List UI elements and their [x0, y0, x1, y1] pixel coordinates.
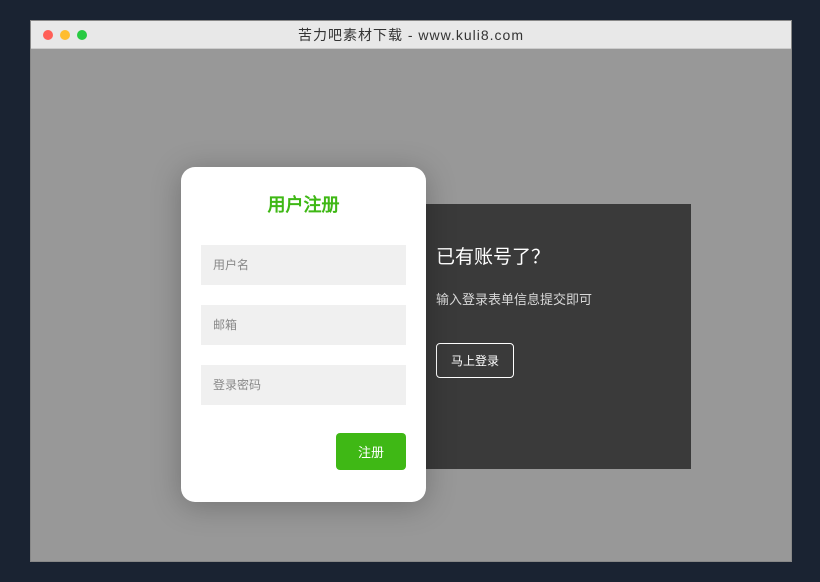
maximize-icon[interactable]: [77, 30, 87, 40]
traffic-lights: [31, 30, 87, 40]
close-icon[interactable]: [43, 30, 53, 40]
username-input[interactable]: [201, 245, 406, 285]
login-prompt-panel: 已有账号了？ 输入登录表单信息提交即可 马上登录: [406, 204, 691, 469]
login-now-button[interactable]: 马上登录: [436, 343, 514, 378]
panel-heading: 已有账号了？: [436, 242, 661, 269]
submit-wrap: 注册: [201, 433, 406, 470]
content-area: 已有账号了？ 输入登录表单信息提交即可 马上登录 用户注册 注册: [31, 49, 791, 561]
password-input[interactable]: [201, 365, 406, 405]
register-button[interactable]: 注册: [336, 433, 406, 470]
panel-description: 输入登录表单信息提交即可: [436, 289, 661, 308]
title-bar: 苦力吧素材下载 - www.kuli8.com: [31, 21, 791, 49]
register-title: 用户注册: [201, 191, 406, 217]
email-input[interactable]: [201, 305, 406, 345]
register-card: 用户注册 注册: [181, 167, 426, 502]
window-title: 苦力吧素材下载 - www.kuli8.com: [298, 25, 524, 45]
browser-window: 苦力吧素材下载 - www.kuli8.com 已有账号了？ 输入登录表单信息提…: [30, 20, 792, 562]
minimize-icon[interactable]: [60, 30, 70, 40]
